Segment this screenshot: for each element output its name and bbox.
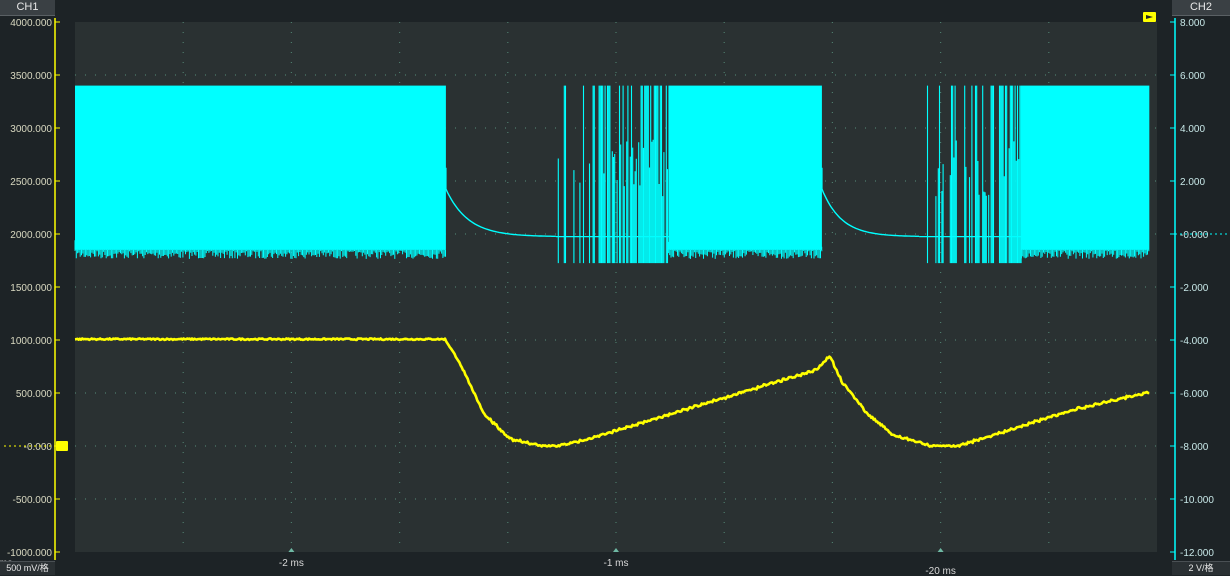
ch2-switching-block [75,85,446,250]
ch1-tick-label: 3500.000 [10,71,52,82]
ch2-tick-label: 2.000 [1180,177,1205,188]
ch1-label[interactable]: CH1 [0,0,55,16]
ch2-tick-label: -0.000 [1180,230,1209,241]
ch2-tick-label: -12.000 [1180,548,1214,559]
ch1-tick-label: 1500.000 [10,283,52,294]
ch1-tick-label: 1000.000 [10,336,52,347]
oscilloscope-display: 4000.000 3500.000 3000.000 2500.000 2000.000… [0,0,1230,576]
ch2-scale-label[interactable]: 2 V/格 [1172,561,1230,575]
ch2-tick-label: -6.000 [1180,389,1209,400]
time-tick-label: -1 ms [604,558,629,569]
ch2-tick-label: 6.000 [1180,71,1205,82]
ch1-tick-label: 500.000 [16,389,53,400]
ch2-label[interactable]: CH2 [1172,0,1230,16]
time-tick-label: -20 ms [925,566,956,576]
ch1-ground-marker [56,441,68,451]
ch2-tick-label: 4.000 [1180,124,1205,135]
ch1-tick-label: -1000.000 [7,548,52,559]
time-axis: -2 ms-1 ms-20 ms-9 ms [0,548,956,576]
ch2-tick-label: -4.000 [1180,336,1209,347]
ch2-tick-label: -10.000 [1180,495,1214,506]
ch1-scale-label[interactable]: 500 mV/格 [0,561,55,575]
ch1-tick-label: 2000.000 [10,230,52,241]
ch1-tick-label: -0.000 [24,442,53,453]
ch1-tick-label: 2500.000 [10,177,52,188]
ch2-switching-block [1021,85,1150,250]
ch2-tick-label: -2.000 [1180,283,1209,294]
ch2-tick-label: 8.000 [1180,18,1205,29]
ch2-tick-label: -8.000 [1180,442,1209,453]
ch1-tick-label: -500.000 [13,495,53,506]
ch2-switching-block [668,85,822,250]
time-tick-label: -2 ms [279,558,304,569]
ch1-tick-label: 3000.000 [10,124,52,135]
ch1-tick-label: 4000.000 [10,18,52,29]
